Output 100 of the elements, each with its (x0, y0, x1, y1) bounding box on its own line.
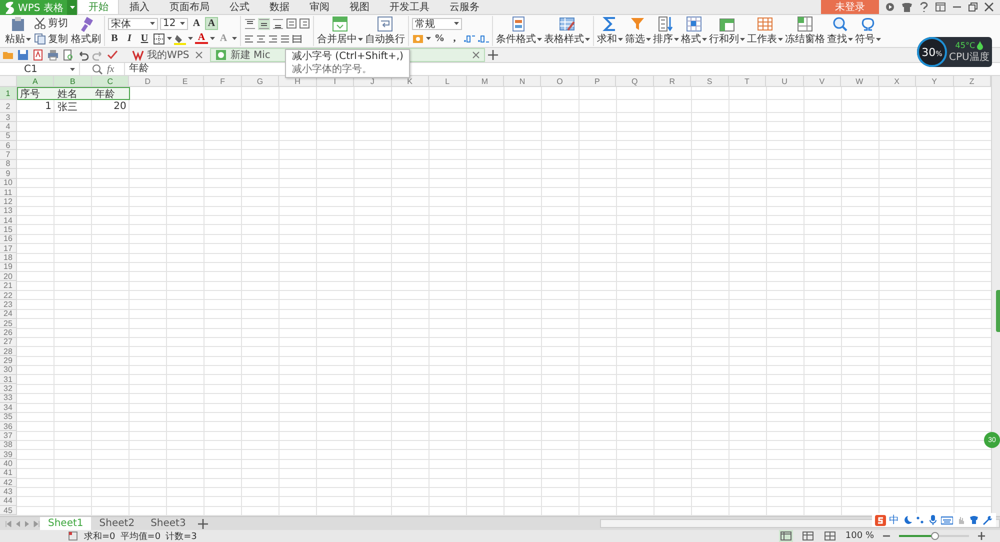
row-header[interactable]: 32 (0, 384, 17, 394)
ribbon-button[interactable]: 排序 (653, 16, 679, 46)
row-header[interactable]: 17 (0, 244, 17, 254)
column-header[interactable]: S (691, 76, 729, 87)
copy-button[interactable]: 复制 (33, 32, 69, 46)
sheet-tab[interactable]: Sheet2 (91, 517, 143, 530)
ribbon-button[interactable]: 符号 (855, 16, 881, 46)
row-header[interactable]: 40 (0, 459, 17, 469)
menu-tab[interactable]: 开始 (77, 0, 120, 14)
bold-button[interactable]: B (108, 32, 121, 45)
increase-font-size-button[interactable]: A (190, 17, 203, 30)
row-header[interactable]: 12 (0, 197, 17, 207)
row-header[interactable]: 18 (0, 253, 17, 263)
column-header[interactable]: Q (616, 76, 654, 87)
percent-button[interactable]: % (433, 32, 446, 45)
column-header[interactable]: T (728, 76, 766, 87)
ribbon-button[interactable]: 筛选 (625, 16, 651, 46)
cpu-temperature: 45°C (955, 40, 976, 50)
row-header[interactable]: 7 (0, 150, 17, 160)
column-header[interactable]: B (54, 76, 92, 87)
table-cell-text: 张三 (56, 100, 78, 113)
sheet-tab[interactable]: Sheet1 (40, 517, 92, 530)
sheet-tab[interactable]: Sheet3 (142, 517, 194, 530)
column-header[interactable]: C (92, 76, 130, 87)
ribbon-button[interactable]: 查找 (827, 16, 853, 46)
row-header[interactable]: 1 (0, 87, 17, 100)
column-header[interactable]: Z (954, 76, 991, 87)
column-header[interactable]: G (242, 76, 280, 87)
row-header[interactable]: 34 (0, 403, 17, 412)
font-name-field[interactable]: 宋体 (108, 18, 158, 30)
ribbon-button[interactable]: 冻结窗格 (785, 16, 825, 46)
font-size-field[interactable]: 12 (160, 18, 188, 30)
row-header[interactable]: 29 (0, 356, 17, 366)
menu-tab[interactable]: 页面布局 (159, 0, 220, 14)
document-tab[interactable]: 我的WPS (128, 48, 208, 62)
name-box[interactable]: C1 (0, 63, 80, 75)
tooltip-title: 减小字号 (Ctrl+Shift+,) (292, 51, 404, 63)
function-label[interactable]: fx (107, 64, 114, 74)
row-header[interactable]: 2 (0, 100, 17, 113)
menu-tab[interactable]: 视图 (339, 0, 380, 14)
row-header[interactable]: 45 (0, 506, 17, 516)
menu-tab[interactable]: 开发工具 (379, 0, 440, 14)
ribbon-button[interactable]: 格式 (681, 16, 707, 46)
column-header[interactable]: E (166, 76, 204, 87)
tooltip-text: 减小字体的字号。 (292, 64, 373, 76)
input-mode[interactable]: 中 (889, 514, 899, 526)
italic-button[interactable]: I (123, 32, 136, 45)
row-header[interactable]: 31 (0, 375, 17, 384)
column-header[interactable]: N (504, 76, 542, 87)
column-header[interactable]: O (541, 76, 579, 87)
row-header[interactable]: 43 (0, 487, 17, 497)
row-header[interactable]: 6 (0, 141, 17, 150)
column-header[interactable]: R (654, 76, 692, 87)
cut-button[interactable]: 剪切 (33, 16, 69, 30)
ribbon-button[interactable]: 行和列 (709, 16, 745, 46)
menu-tab[interactable]: 插入 (119, 0, 160, 14)
menu-tab[interactable]: 公式 (219, 0, 260, 14)
column-header[interactable]: V (804, 76, 842, 87)
row-header[interactable]: 9 (0, 169, 17, 179)
ribbon-button[interactable]: 表格样式 (544, 16, 590, 46)
login-button[interactable]: 未登录 (821, 0, 879, 14)
cpu-load: 30 (922, 46, 936, 59)
decrease-font-size-button[interactable]: A (205, 17, 218, 30)
menu-tab[interactable]: 数据 (259, 0, 300, 14)
app-menu-button[interactable]: WPS 表格 (0, 0, 68, 15)
column-header[interactable]: A (17, 76, 54, 87)
column-header[interactable]: P (578, 76, 616, 87)
font-color-button[interactable]: A (195, 33, 208, 44)
ribbon-button[interactable]: 求和 (597, 16, 623, 46)
number-format-field[interactable]: 常规 (412, 18, 462, 30)
column-header[interactable]: W (841, 76, 879, 87)
underline-button[interactable]: U (138, 32, 151, 45)
row-header[interactable]: 3 (0, 113, 17, 122)
column-header[interactable]: L (429, 76, 467, 87)
menu-tab[interactable]: 云服务 (439, 0, 490, 14)
ribbon-button[interactable]: 工作表 (747, 16, 783, 46)
row-header[interactable]: 20 (0, 272, 17, 282)
clear-format-button[interactable]: A (217, 32, 230, 45)
merge-center-button[interactable]: 合并居中 (317, 16, 363, 46)
column-header[interactable]: X (878, 76, 916, 87)
row-header[interactable]: 42 (0, 478, 17, 488)
menu-tab[interactable]: 审阅 (299, 0, 340, 14)
ribbon-button[interactable]: 条件格式 (496, 16, 542, 46)
thousands-separator-button[interactable]: , (448, 32, 461, 45)
column-header[interactable]: M (466, 76, 504, 87)
row-header[interactable]: 21 (0, 281, 17, 291)
input-method-toolbar[interactable]: 中 (872, 513, 996, 527)
column-header[interactable]: F (204, 76, 242, 87)
row-header[interactable]: 4 (0, 122, 17, 132)
column-header[interactable]: U (766, 76, 804, 87)
row-header[interactable]: 15 (0, 225, 17, 235)
row-header[interactable]: 26 (0, 328, 17, 338)
wrap-text-button[interactable]: 自动换行 (365, 16, 405, 46)
format-painter-button[interactable]: 格式刷 (71, 16, 101, 46)
column-header[interactable]: Y (916, 76, 954, 87)
row-header[interactable]: 37 (0, 431, 17, 441)
row-header[interactable]: 23 (0, 300, 17, 310)
paste-button[interactable]: 粘贴 (5, 16, 31, 46)
cpu-caption: CPU温度 (949, 50, 990, 64)
column-header[interactable]: D (129, 76, 167, 87)
